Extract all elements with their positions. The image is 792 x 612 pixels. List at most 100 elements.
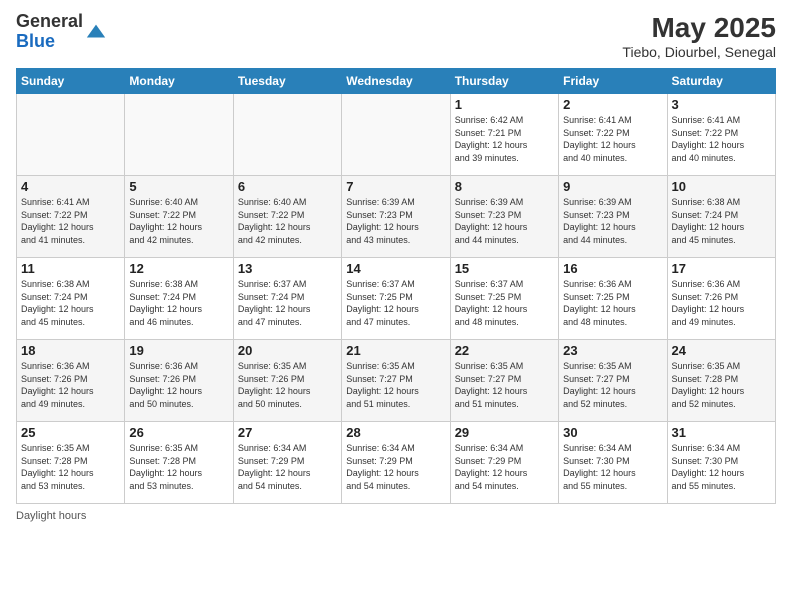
calendar-cell: 14 Sunrise: 6:37 AM Sunset: 7:25 PM Dayli…: [342, 258, 450, 340]
day-info: Sunrise: 6:36 AM Sunset: 7:25 PM Dayligh…: [563, 278, 662, 328]
day-number: 2: [563, 97, 662, 112]
day-number: 1: [455, 97, 554, 112]
day-info: Sunrise: 6:35 AM Sunset: 7:27 PM Dayligh…: [455, 360, 554, 410]
calendar-day-header: Saturday: [667, 69, 775, 94]
calendar-week-row: 11 Sunrise: 6:38 AM Sunset: 7:24 PM Dayli…: [17, 258, 776, 340]
day-number: 22: [455, 343, 554, 358]
day-info: Sunrise: 6:35 AM Sunset: 7:28 PM Dayligh…: [129, 442, 228, 492]
day-info: Sunrise: 6:42 AM Sunset: 7:21 PM Dayligh…: [455, 114, 554, 164]
day-number: 14: [346, 261, 445, 276]
day-info: Sunrise: 6:37 AM Sunset: 7:24 PM Dayligh…: [238, 278, 337, 328]
day-number: 3: [672, 97, 771, 112]
calendar-week-row: 18Sunrise: 6:36 AM Sunset: 7:26 PM Dayli…: [17, 340, 776, 422]
calendar-cell: 24 Sunrise: 6:35 AM Sunset: 7:28 PM Dayli…: [667, 340, 775, 422]
day-info: Sunrise: 6:36 AM Sunset: 7:26 PM Dayligh…: [672, 278, 771, 328]
calendar-cell: 13 Sunrise: 6:37 AM Sunset: 7:24 PM Dayli…: [233, 258, 341, 340]
calendar-day-header: Sunday: [17, 69, 125, 94]
day-info: Sunrise: 6:41 AM Sunset: 7:22 PM Dayligh…: [672, 114, 771, 164]
day-info: Sunrise: 6:34 AM Sunset: 7:29 PM Dayligh…: [455, 442, 554, 492]
day-info: Sunrise: 6:35 AM Sunset: 7:27 PM Dayligh…: [563, 360, 662, 410]
daylight-hours-label: Daylight hours: [16, 510, 86, 522]
day-number: 4: [21, 179, 120, 194]
day-info: Sunrise: 6:39 AM Sunset: 7:23 PM Dayligh…: [563, 196, 662, 246]
title-block: May 2025 Tiebo, Diourbel, Senegal: [622, 12, 776, 60]
calendar-cell: 28Sunrise: 6:34 AM Sunset: 7:29 PM Dayli…: [342, 422, 450, 504]
day-number: 6: [238, 179, 337, 194]
day-info: Sunrise: 6:34 AM Sunset: 7:30 PM Dayligh…: [672, 442, 771, 492]
calendar-cell: 1 Sunrise: 6:42 AM Sunset: 7:21 PM Daylig…: [450, 94, 558, 176]
calendar-cell: 30 Sunrise: 6:34 AM Sunset: 7:30 PM Dayli…: [559, 422, 667, 504]
day-number: 23: [563, 343, 662, 358]
day-number: 20: [238, 343, 337, 358]
page: General Blue May 2025 Tiebo, Diourbel, S…: [0, 0, 792, 612]
day-info: Sunrise: 6:34 AM Sunset: 7:29 PM Dayligh…: [238, 442, 337, 492]
logo-general-text: General: [16, 11, 83, 31]
calendar-cell: 31 Sunrise: 6:34 AM Sunset: 7:30 PM Dayli…: [667, 422, 775, 504]
calendar-cell: [342, 94, 450, 176]
calendar-cell: 20 Sunrise: 6:35 AM Sunset: 7:26 PM Dayli…: [233, 340, 341, 422]
day-number: 29: [455, 425, 554, 440]
calendar-cell: 4Sunrise: 6:41 AM Sunset: 7:22 PM Daylig…: [17, 176, 125, 258]
day-info: Sunrise: 6:34 AM Sunset: 7:29 PM Dayligh…: [346, 442, 445, 492]
calendar-day-header: Tuesday: [233, 69, 341, 94]
calendar-day-header: Thursday: [450, 69, 558, 94]
day-info: Sunrise: 6:35 AM Sunset: 7:26 PM Dayligh…: [238, 360, 337, 410]
calendar-week-row: 4Sunrise: 6:41 AM Sunset: 7:22 PM Daylig…: [17, 176, 776, 258]
header: General Blue May 2025 Tiebo, Diourbel, S…: [16, 12, 776, 60]
month-year: May 2025: [622, 12, 776, 44]
calendar-cell: 3 Sunrise: 6:41 AM Sunset: 7:22 PM Daylig…: [667, 94, 775, 176]
calendar-cell: 27 Sunrise: 6:34 AM Sunset: 7:29 PM Dayli…: [233, 422, 341, 504]
day-number: 11: [21, 261, 120, 276]
day-info: Sunrise: 6:36 AM Sunset: 7:26 PM Dayligh…: [129, 360, 228, 410]
day-number: 8: [455, 179, 554, 194]
day-info: Sunrise: 6:39 AM Sunset: 7:23 PM Dayligh…: [346, 196, 445, 246]
logo-icon: [85, 21, 107, 43]
day-info: Sunrise: 6:35 AM Sunset: 7:28 PM Dayligh…: [21, 442, 120, 492]
day-info: Sunrise: 6:37 AM Sunset: 7:25 PM Dayligh…: [455, 278, 554, 328]
calendar-cell: 10Sunrise: 6:38 AM Sunset: 7:24 PM Dayli…: [667, 176, 775, 258]
calendar-cell: 16 Sunrise: 6:36 AM Sunset: 7:25 PM Dayli…: [559, 258, 667, 340]
calendar-cell: 19 Sunrise: 6:36 AM Sunset: 7:26 PM Dayli…: [125, 340, 233, 422]
calendar-cell: 15Sunrise: 6:37 AM Sunset: 7:25 PM Dayli…: [450, 258, 558, 340]
day-number: 13: [238, 261, 337, 276]
day-number: 19: [129, 343, 228, 358]
calendar-header-row: SundayMondayTuesdayWednesdayThursdayFrid…: [17, 69, 776, 94]
calendar-cell: [233, 94, 341, 176]
calendar-day-header: Friday: [559, 69, 667, 94]
footer: Daylight hours: [16, 510, 776, 522]
day-number: 26: [129, 425, 228, 440]
day-number: 31: [672, 425, 771, 440]
calendar-cell: 6 Sunrise: 6:40 AM Sunset: 7:22 PM Daylig…: [233, 176, 341, 258]
day-number: 16: [563, 261, 662, 276]
calendar-day-header: Monday: [125, 69, 233, 94]
calendar-cell: [125, 94, 233, 176]
day-number: 21: [346, 343, 445, 358]
day-info: Sunrise: 6:41 AM Sunset: 7:22 PM Dayligh…: [563, 114, 662, 164]
day-number: 30: [563, 425, 662, 440]
calendar-day-header: Wednesday: [342, 69, 450, 94]
day-info: Sunrise: 6:39 AM Sunset: 7:23 PM Dayligh…: [455, 196, 554, 246]
calendar-cell: 8 Sunrise: 6:39 AM Sunset: 7:23 PM Daylig…: [450, 176, 558, 258]
calendar-cell: 11 Sunrise: 6:38 AM Sunset: 7:24 PM Dayli…: [17, 258, 125, 340]
day-info: Sunrise: 6:35 AM Sunset: 7:28 PM Dayligh…: [672, 360, 771, 410]
day-info: Sunrise: 6:36 AM Sunset: 7:26 PM Dayligh…: [21, 360, 120, 410]
day-info: Sunrise: 6:35 AM Sunset: 7:27 PM Dayligh…: [346, 360, 445, 410]
day-number: 5: [129, 179, 228, 194]
location: Tiebo, Diourbel, Senegal: [622, 44, 776, 60]
day-number: 27: [238, 425, 337, 440]
day-number: 24: [672, 343, 771, 358]
calendar-cell: 18Sunrise: 6:36 AM Sunset: 7:26 PM Dayli…: [17, 340, 125, 422]
calendar-cell: 25Sunrise: 6:35 AM Sunset: 7:28 PM Dayli…: [17, 422, 125, 504]
day-info: Sunrise: 6:40 AM Sunset: 7:22 PM Dayligh…: [129, 196, 228, 246]
day-info: Sunrise: 6:37 AM Sunset: 7:25 PM Dayligh…: [346, 278, 445, 328]
calendar-cell: 29 Sunrise: 6:34 AM Sunset: 7:29 PM Dayli…: [450, 422, 558, 504]
calendar-cell: 21 Sunrise: 6:35 AM Sunset: 7:27 PM Dayli…: [342, 340, 450, 422]
calendar-cell: 23 Sunrise: 6:35 AM Sunset: 7:27 PM Dayli…: [559, 340, 667, 422]
calendar-table: SundayMondayTuesdayWednesdayThursdayFrid…: [16, 68, 776, 504]
day-info: Sunrise: 6:38 AM Sunset: 7:24 PM Dayligh…: [21, 278, 120, 328]
day-info: Sunrise: 6:40 AM Sunset: 7:22 PM Dayligh…: [238, 196, 337, 246]
day-info: Sunrise: 6:34 AM Sunset: 7:30 PM Dayligh…: [563, 442, 662, 492]
day-number: 7: [346, 179, 445, 194]
day-number: 9: [563, 179, 662, 194]
calendar-cell: 9 Sunrise: 6:39 AM Sunset: 7:23 PM Daylig…: [559, 176, 667, 258]
